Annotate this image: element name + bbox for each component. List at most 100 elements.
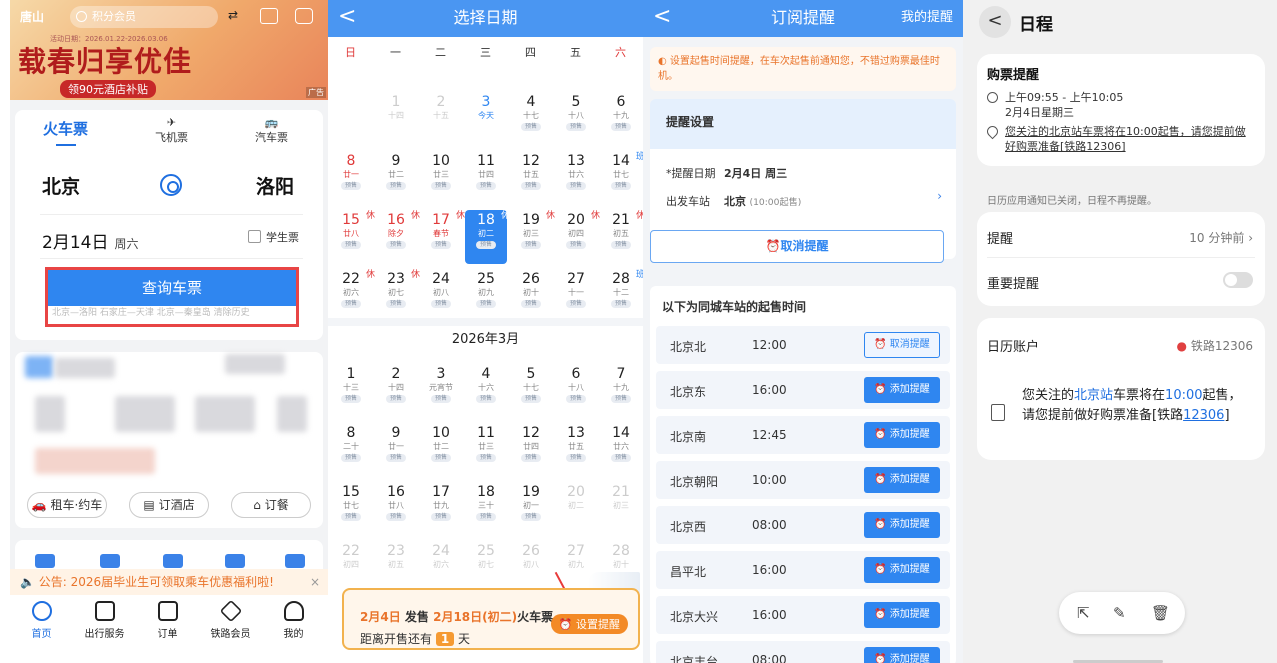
calendar-day[interactable]: 10 廿二 预售 (420, 423, 462, 477)
time-link[interactable]: 10:00 (1165, 388, 1202, 403)
set-reminder-button[interactable]: ⏰ 设置提醒 (550, 614, 628, 634)
cancel-reminder-button[interactable]: ⏰ 取消提醒 (864, 332, 940, 358)
nav-orders[interactable]: 订单 (136, 601, 199, 640)
calendar-day[interactable]: 26 初十 预售 (510, 269, 552, 323)
calendar-day[interactable]: 17 春节 预售休 (420, 210, 465, 264)
chevron-right-icon[interactable]: › (937, 189, 942, 203)
delete-icon[interactable]: 🗑 (1151, 604, 1170, 622)
calendar-day[interactable]: 16 除夕 预售休 (375, 210, 420, 264)
calendar-day[interactable]: 22 初六 预售休 (330, 269, 375, 323)
calendar-day[interactable]: 19 初一 预售 (510, 482, 552, 536)
notice-bar[interactable]: 🔈 公告: 2026届毕业生可领取乘车优惠福利啦! × (10, 569, 328, 595)
calendar-day[interactable]: 5 十七 预售 (510, 364, 552, 418)
station-link[interactable]: 北京站 (1074, 388, 1113, 403)
calendar-day[interactable]: 3 今天 (465, 92, 507, 146)
calendar-day[interactable]: 16 廿八 预售 (375, 482, 417, 536)
calendar-day[interactable]: 23 初七 预售休 (375, 269, 420, 323)
meal-button[interactable]: ⌂ 订餐 (231, 492, 311, 518)
calendar-day[interactable]: 1 十三 预售 (330, 364, 372, 418)
calendar-day[interactable]: 4 十七 预售 (510, 92, 552, 146)
calendar-day[interactable]: 15 廿七 预售 (330, 482, 372, 536)
calendar-day[interactable]: 11 廿四 预售 (465, 151, 507, 205)
calendar-day[interactable]: 12 廿四 预售 (510, 423, 552, 477)
nav-home[interactable]: 首页 (10, 601, 73, 640)
nav-membership[interactable]: 铁路会员 (199, 599, 262, 640)
date-picker[interactable]: 2月14日 周六 (42, 228, 138, 253)
add-reminder-button[interactable]: ⏰ 添加提醒 (864, 512, 940, 538)
important-reminder-toggle[interactable] (1223, 272, 1253, 288)
calendar-day[interactable]: 6 十九 预售 (600, 92, 642, 146)
my-reminders-link[interactable]: 我的提醒 (901, 0, 953, 36)
departure-station-row[interactable]: 出发车站 北京 (10:00起售) (666, 193, 801, 209)
search-history[interactable]: 北京—洛阳 石家庄—天津 北京—秦皇岛 清除历史 (48, 306, 296, 320)
calendar-day[interactable]: 15 廿八 预售休 (330, 210, 375, 264)
calendar-day[interactable]: 17 廿九 预售 (420, 482, 462, 536)
promo-banner[interactable]: 唐山 积分会员 ⇄ 活动日期：2026.01.22-2026.03.06 载春归… (10, 0, 328, 100)
hotel-button[interactable]: ▤ 订酒店 (129, 492, 209, 518)
quick-icon[interactable] (163, 554, 183, 568)
tab-flight[interactable]: ✈ 飞机票 (155, 116, 188, 145)
tab-train[interactable]: 火车票 (43, 118, 88, 146)
calendar-day[interactable]: 24 初八 预售 (420, 269, 462, 323)
car-rental-button[interactable]: 🚗 租车·约车 (27, 492, 107, 518)
calendar-day[interactable]: 25 初九 预售 (465, 269, 507, 323)
scan-icon[interactable] (260, 8, 278, 24)
calendar-day[interactable]: 21 初五 预售休 (600, 210, 643, 264)
student-ticket-checkbox[interactable]: 学生票 (248, 229, 299, 245)
notice-close-icon[interactable]: × (310, 569, 320, 595)
calendar-day[interactable]: 8 二十 预售 (330, 423, 372, 477)
calendar-day[interactable]: 18 初二 预售休 (465, 210, 510, 264)
tab-bus[interactable]: 🚌 汽车票 (255, 116, 288, 145)
add-reminder-button[interactable]: ⏰ 添加提醒 (864, 557, 940, 583)
back-icon[interactable]: < (653, 0, 671, 34)
calendar-day[interactable]: 18 三十 预售 (465, 482, 507, 536)
edit-icon[interactable]: ✎ (1113, 604, 1126, 622)
quick-icon[interactable] (100, 554, 120, 568)
calendar-day[interactable]: 7 十九 预售 (600, 364, 642, 418)
calendar-day[interactable]: 13 廿五 预售 (555, 423, 597, 477)
swap-icon[interactable]: ⇄ (228, 8, 246, 24)
calendar-day[interactable]: 28 十二 预售班 (600, 269, 643, 323)
add-reminder-button[interactable]: ⏰ 添加提醒 (864, 422, 940, 448)
calendar-day[interactable]: 19 初三 预售休 (510, 210, 555, 264)
quick-icon[interactable] (225, 554, 245, 568)
to-station[interactable]: 洛阳 (256, 172, 294, 199)
calendar-day[interactable]: 27 十一 预售 (555, 269, 597, 323)
calendar-account-value[interactable]: ● 铁路12306 (1177, 337, 1254, 354)
search-input[interactable]: 积分会员 (70, 6, 218, 28)
calendar-day[interactable]: 11 廿三 预售 (465, 423, 507, 477)
swap-stations-icon[interactable] (160, 174, 182, 196)
from-station[interactable]: 北京 (42, 172, 80, 199)
calendar-day[interactable]: 9 廿一 预售 (375, 423, 417, 477)
calendar-day[interactable]: 12 廿五 预售 (510, 151, 552, 205)
calendar-day[interactable]: 14 廿六 预售 (600, 423, 642, 477)
calendar-day[interactable]: 20 初四 预售休 (555, 210, 600, 264)
calendar-day[interactable]: 4 十六 预售 (465, 364, 507, 418)
calendar-day[interactable]: 10 廿三 预售 (420, 151, 462, 205)
nav-profile[interactable]: 我的 (262, 601, 325, 640)
calendar-day[interactable]: 6 十八 预售 (555, 364, 597, 418)
add-reminder-button[interactable]: ⏰ 添加提醒 (864, 377, 940, 403)
calendar-day[interactable]: 2 十四 预售 (375, 364, 417, 418)
calendar-day[interactable]: 8 廿一 预售 (330, 151, 372, 205)
calendar-day[interactable]: 14 廿七 预售班 (600, 151, 643, 205)
back-icon[interactable]: < (338, 0, 356, 34)
add-reminder-button[interactable]: ⏰ 添加提醒 (864, 467, 940, 493)
add-reminder-button[interactable]: ⏰ 添加提醒 (864, 647, 940, 663)
add-reminder-button[interactable]: ⏰ 添加提醒 (864, 602, 940, 628)
cancel-reminder-button[interactable]: ⏰取消提醒 (650, 230, 944, 263)
number-link[interactable]: 12306 (1183, 408, 1224, 423)
share-icon[interactable]: ⇱ (1077, 604, 1090, 622)
nav-travel-services[interactable]: 出行服务 (73, 601, 136, 640)
calendar-day[interactable]: 3 元宵节 预售 (420, 364, 462, 418)
quick-icon[interactable] (285, 554, 305, 568)
calendar-day[interactable]: 5 十八 预售 (555, 92, 597, 146)
reminder-value[interactable]: 10 分钟前 › (1189, 229, 1253, 246)
calendar-day[interactable]: 9 廿二 预售 (375, 151, 417, 205)
city-selector[interactable]: 唐山 (20, 8, 44, 25)
query-tickets-button[interactable]: 查询车票 (48, 270, 296, 306)
event-location[interactable]: 您关注的北京站车票将在10:00起售，请您提前做好购票准备[铁路12306] (1005, 124, 1255, 154)
back-icon[interactable]: < (979, 6, 1011, 38)
quick-icon[interactable] (35, 554, 55, 568)
message-icon[interactable] (295, 8, 313, 24)
